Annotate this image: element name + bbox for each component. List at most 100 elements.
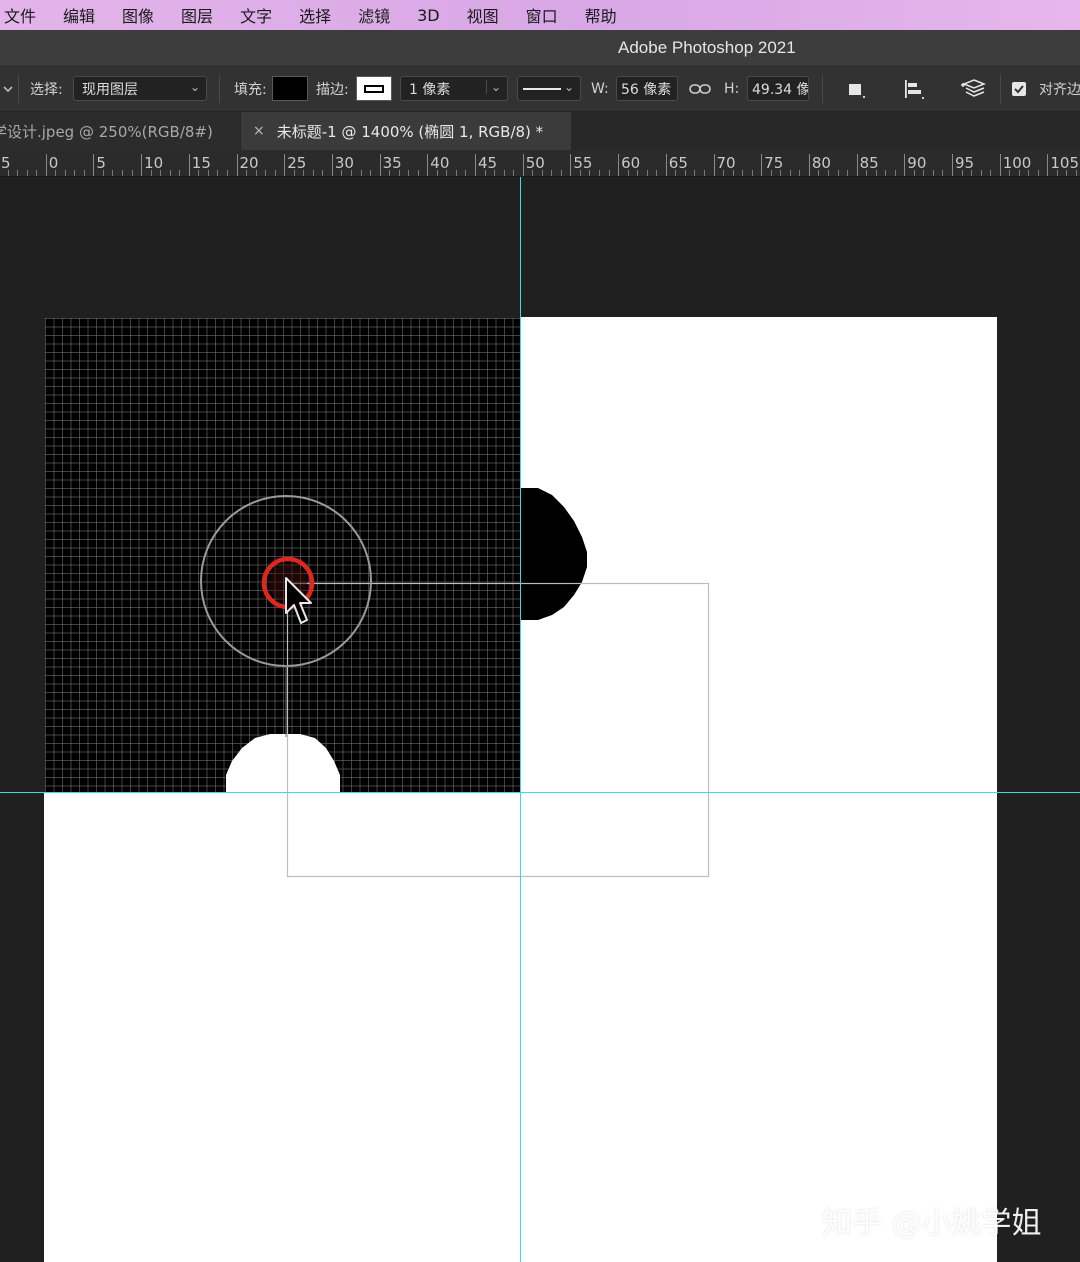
stroke-width-field[interactable]: 1 像素 ⌄ [400, 76, 508, 101]
tab-document-2[interactable]: × 未标题-1 @ 1400% (椭圆 1, RGB/8) * [241, 112, 571, 150]
chevron-down-icon: ⌄ [189, 80, 200, 94]
menu-item-4[interactable]: 文字 [240, 3, 272, 27]
horizontal-guide[interactable] [0, 792, 1080, 793]
ruler-minor-tick [312, 170, 314, 176]
ruler-minor-tick [742, 170, 744, 176]
shape-overlay [200, 488, 710, 878]
white-half-circle [226, 734, 340, 793]
tab-document-1[interactable]: 学设计.jpeg @ 250%(RGB/8#) [0, 112, 240, 150]
ruler-minor-tick [532, 170, 534, 176]
ruler-minor-tick [723, 170, 725, 176]
menu-item-6[interactable]: 滤镜 [358, 3, 390, 27]
select-layer-dropdown[interactable]: 现用图层 ⌄ [73, 76, 207, 101]
ruler-major-tick [331, 154, 333, 176]
ruler-minor-tick [1066, 170, 1068, 176]
ruler-minor-tick [503, 170, 505, 176]
menu-item-5[interactable]: 选择 [299, 3, 331, 27]
ruler-major-tick [475, 154, 476, 176]
ruler-minor-tick [990, 170, 992, 176]
stroke-type-dropdown[interactable]: ⌄ [517, 76, 581, 101]
menu-item-7[interactable]: 3D [417, 6, 440, 25]
height-field[interactable]: 49.34 像 [747, 76, 809, 101]
ruler-minor-tick [198, 170, 200, 176]
menu-item-2[interactable]: 图像 [122, 3, 154, 27]
width-field[interactable]: 56 像素 [616, 76, 678, 101]
ruler-minor-tick [780, 170, 782, 176]
ruler-minor-tick [818, 170, 820, 176]
ruler-minor-tick [26, 170, 28, 176]
ruler-minor-tick [7, 170, 9, 176]
horizontal-ruler[interactable]: 5 0 5 10 15 20 25 30 35 40 45 50 55 60 65 70 75 80 85 90 95 1… [0, 150, 1080, 177]
ruler-minor-tick [837, 170, 839, 176]
canvas[interactable] [0, 177, 1080, 1262]
link-icon[interactable] [689, 67, 711, 111]
line-style-icon [523, 87, 561, 90]
stroke-width-value: 1 像素 [409, 81, 451, 98]
ruler-tick-label: 100 [1002, 154, 1032, 172]
close-icon[interactable]: × [253, 123, 265, 139]
ruler-minor-tick [637, 170, 639, 176]
ruler-major-tick [618, 154, 620, 176]
path-alignment-icon[interactable] [903, 67, 925, 111]
fill-color-swatch[interactable] [272, 76, 308, 101]
ruler-minor-tick [894, 170, 896, 176]
ruler-minor-tick [1056, 170, 1058, 176]
ruler-minor-tick [579, 170, 581, 176]
stroke-color-swatch[interactable] [356, 76, 392, 101]
selection-bounding-box [286, 582, 710, 878]
ruler-minor-tick [408, 170, 410, 176]
ruler-minor-tick [847, 170, 849, 176]
ruler-minor-tick [684, 170, 686, 176]
checkbox-checked-icon [1012, 82, 1026, 96]
ruler-minor-tick [179, 170, 181, 176]
ruler-minor-tick [370, 170, 372, 176]
ruler-major-tick [379, 154, 381, 176]
ruler-tick-label: 105 [1050, 154, 1080, 172]
path-operations-icon[interactable] [847, 67, 867, 111]
menu-item-3[interactable]: 图层 [181, 3, 213, 27]
ruler-minor-tick [885, 170, 887, 176]
ruler-minor-tick [436, 170, 438, 176]
align-edges-checkbox[interactable]: 对齐边 [1012, 67, 1080, 111]
watermark: 知乎 @小姚学姐 [822, 1206, 1042, 1241]
document-tab-bar: 学设计.jpeg @ 250%(RGB/8#) × 未标题-1 @ 1400% … [0, 112, 1080, 150]
vertical-guide[interactable] [520, 177, 521, 1262]
ruler-major-tick [856, 154, 858, 176]
ruler-minor-tick [74, 170, 76, 176]
ruler-major-tick [141, 154, 143, 176]
ruler-minor-tick [961, 170, 963, 176]
ruler-tick-label: 5 [96, 154, 106, 172]
menu-item-9[interactable]: 窗口 [526, 3, 558, 27]
ruler-minor-tick [599, 170, 601, 176]
ruler-minor-tick [455, 170, 457, 176]
ruler-minor-tick [131, 170, 133, 176]
ruler-minor-tick [971, 170, 973, 176]
menu-item-0[interactable]: 文件 [4, 3, 36, 27]
ruler-minor-tick [217, 170, 219, 176]
ruler-major-tick [93, 154, 95, 176]
path-arrangement-icon[interactable] [960, 67, 986, 111]
ruler-major-tick [188, 154, 190, 176]
ruler-minor-tick [122, 170, 124, 176]
menu-item-10[interactable]: 帮助 [585, 3, 617, 27]
tab-document-2-label: 未标题-1 @ 1400% (椭圆 1, RGB/8) * [276, 122, 544, 141]
divider [18, 75, 19, 103]
ruler-minor-tick [551, 170, 553, 176]
ruler-minor-tick [150, 170, 152, 176]
ruler-minor-tick [83, 170, 85, 176]
ruler-minor-tick [55, 170, 57, 176]
ruler-minor-tick [1076, 170, 1078, 176]
ruler-minor-tick [484, 170, 486, 176]
ruler-minor-tick [646, 170, 648, 176]
menu-item-1[interactable]: 编辑 [63, 3, 95, 27]
ruler-minor-tick [398, 170, 400, 176]
ruler-major-tick [236, 154, 238, 176]
menu-item-8[interactable]: 视图 [467, 3, 499, 27]
ruler-minor-tick [1018, 170, 1020, 176]
ruler-minor-tick [923, 170, 925, 176]
collapse-chevron-icon[interactable] [2, 67, 14, 111]
chevron-down-icon: ⌄ [485, 80, 501, 94]
ruler-major-tick [522, 154, 524, 176]
ruler-minor-tick [866, 170, 868, 176]
black-half-circle [520, 488, 587, 620]
